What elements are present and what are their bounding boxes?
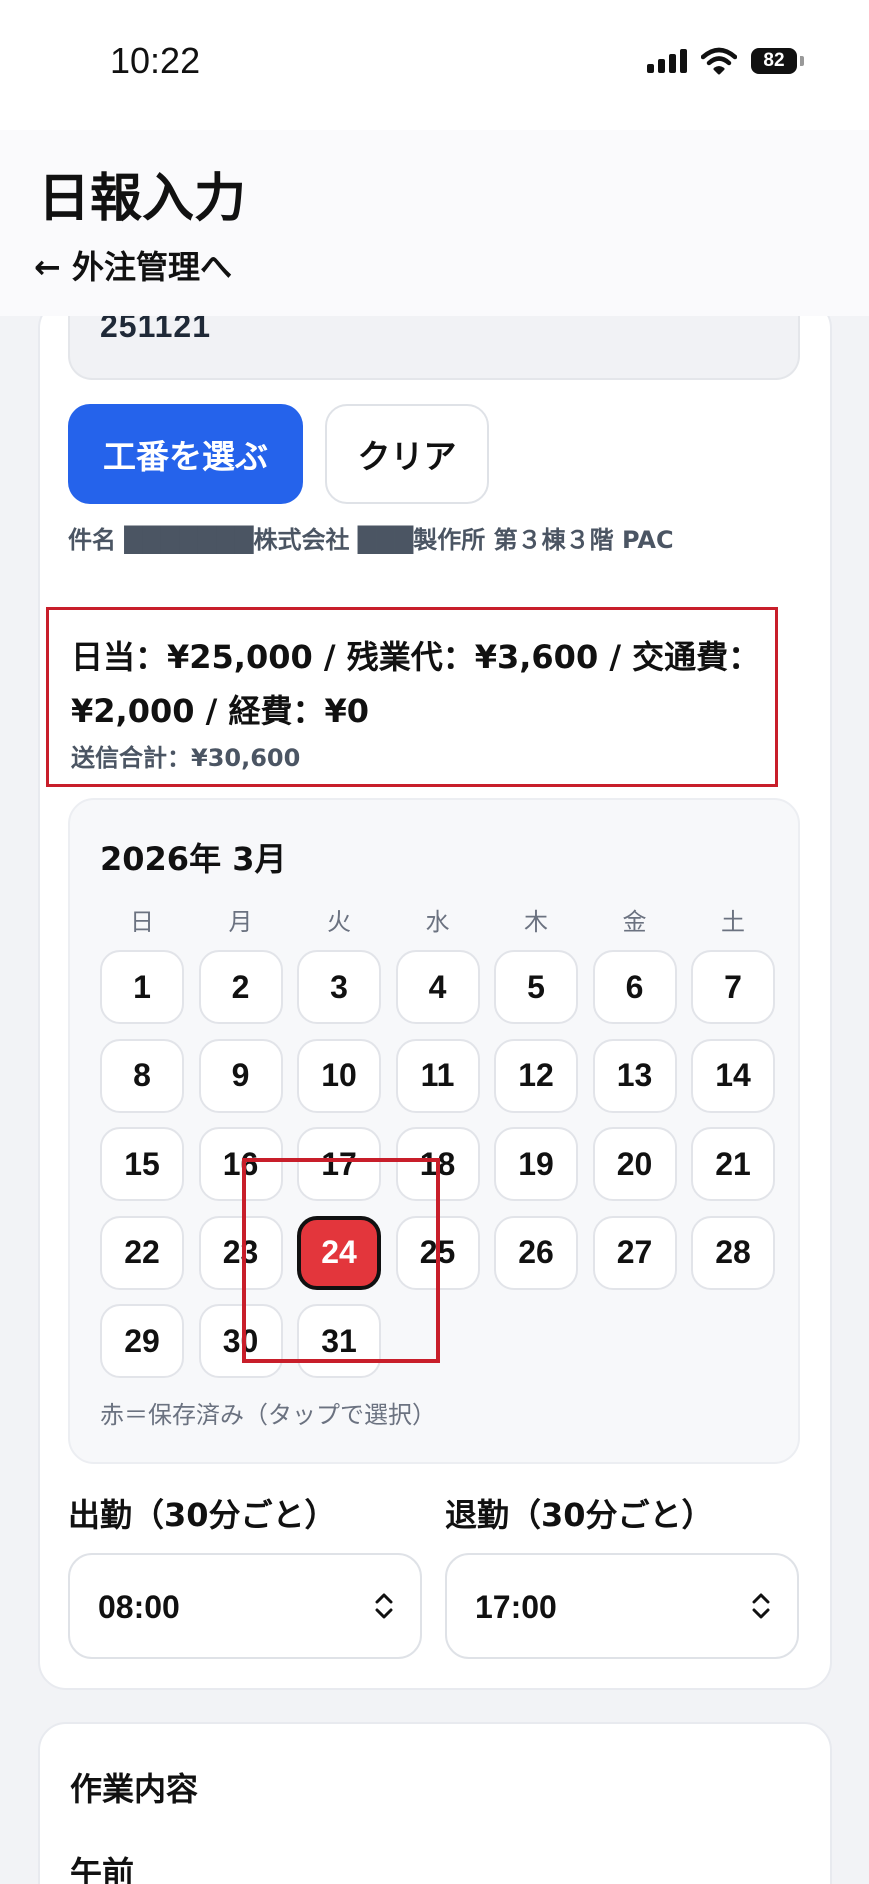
page-header: 日報入力 ← 外注管理へ <box>0 130 869 316</box>
weekday-label: 月 <box>228 908 253 936</box>
calendar-note: 赤＝保存済み（タップで選択） <box>100 1401 436 1429</box>
calendar-day[interactable]: 4 <box>395 950 480 1024</box>
pay-total: 送信合計：¥30,600 <box>71 744 301 772</box>
project-name: 件名 ███████株式会社 ███製作所 第３棟３階 PAC <box>68 526 674 554</box>
start-time-value: 08:00 <box>98 1589 180 1625</box>
work-content-card: 作業内容 午前 <box>38 1722 832 1884</box>
calendar-day[interactable]: 7 <box>691 950 775 1024</box>
calendar-day[interactable]: 1 <box>100 950 184 1024</box>
work-content-title: 作業内容 <box>70 1770 199 1808</box>
calendar-day[interactable]: 11 <box>395 1038 480 1113</box>
page-title: 日報入力 <box>38 169 247 229</box>
end-time-label: 退勤（30分ごと） <box>445 1496 714 1534</box>
start-time-label: 出勤（30分ごと） <box>68 1496 337 1534</box>
status-bar: 10:22 82 <box>0 0 869 130</box>
wifi-icon <box>701 47 737 75</box>
start-time-select[interactable]: 08:00 <box>68 1553 422 1659</box>
calendar-day[interactable]: 27 <box>592 1215 677 1290</box>
calendar-day[interactable]: 22 <box>100 1215 184 1290</box>
weekday-header: 日月火水木金土 <box>100 902 776 938</box>
calendar-day[interactable]: 13 <box>592 1038 677 1113</box>
calendar-day[interactable]: 8 <box>100 1038 184 1113</box>
calendar-day[interactable]: 2 <box>198 950 283 1024</box>
calendar-title: 2026年 3月 <box>100 840 287 878</box>
calendar-day[interactable]: 3 <box>297 950 381 1024</box>
select-koban-button[interactable]: 工番を選ぶ <box>68 404 303 504</box>
chevron-up-down-icon <box>752 1593 770 1619</box>
calendar-day[interactable]: 28 <box>691 1215 775 1290</box>
calendar-day[interactable]: 14 <box>691 1038 775 1113</box>
status-icons: 82 <box>647 47 804 75</box>
status-time: 10:22 <box>110 40 201 81</box>
weekday-label: 火 <box>327 908 351 936</box>
weekday-label: 木 <box>524 908 548 936</box>
end-time-value: 17:00 <box>475 1589 557 1625</box>
calendar-day[interactable]: 9 <box>198 1038 283 1113</box>
chevron-up-down-icon <box>375 1593 393 1619</box>
calendar-day[interactable]: 10 <box>297 1038 381 1113</box>
weekday-label: 土 <box>721 908 745 936</box>
calendar-day[interactable]: 20 <box>592 1127 677 1201</box>
calendar-day[interactable]: 5 <box>494 950 578 1024</box>
pay-summary-box: 日当：¥25,000 / 残業代：¥3,600 / 交通費：¥2,000 / 経… <box>46 607 778 787</box>
clear-button[interactable]: クリア <box>325 404 489 504</box>
calendar-day[interactable]: 26 <box>494 1215 578 1290</box>
calendar: 2026年 3月 日月火水木金土 1 2 3 4 5 6 7 8 9 10 11 12 13 14 15 16… <box>68 798 800 1464</box>
morning-label: 午前 <box>70 1854 135 1884</box>
calendar-day[interactable]: 12 <box>494 1038 578 1113</box>
calendar-day[interactable]: 15 <box>100 1127 184 1201</box>
weekday-label: 水 <box>425 908 450 936</box>
pay-breakdown: 日当：¥25,000 / 残業代：¥3,600 / 交通費：¥2,000 / 経… <box>71 638 761 730</box>
weekday-label: 金 <box>622 908 647 936</box>
cellular-signal-icon <box>647 49 687 73</box>
battery-icon: 82 <box>751 48 804 74</box>
weekday-label: 日 <box>130 908 154 936</box>
back-to-subcontract-link[interactable]: ← 外注管理へ <box>34 242 232 288</box>
end-time-select[interactable]: 17:00 <box>445 1553 799 1659</box>
selected-day-highlight <box>242 1158 440 1363</box>
calendar-day[interactable]: 6 <box>592 950 677 1024</box>
calendar-day[interactable]: 29 <box>100 1304 184 1378</box>
calendar-day[interactable]: 19 <box>494 1127 578 1201</box>
calendar-day[interactable]: 21 <box>691 1127 775 1201</box>
